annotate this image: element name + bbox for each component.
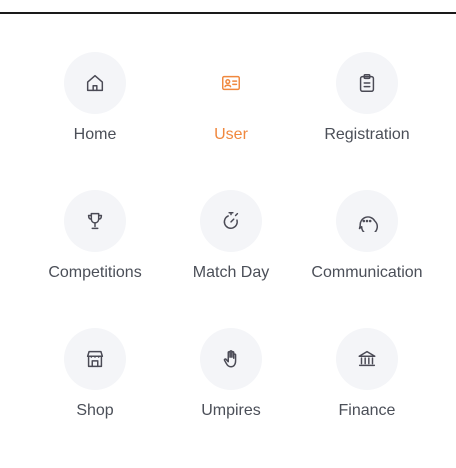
menu-item-label: Shop <box>76 402 114 419</box>
stopwatch-icon-circle <box>200 190 262 252</box>
menu-item-user[interactable]: User <box>161 52 301 162</box>
menu-item-umpires[interactable]: Umpires <box>161 328 301 438</box>
bank-icon <box>358 350 376 367</box>
menu-item-competitions[interactable]: Competitions <box>25 190 165 300</box>
hand-icon-circle <box>200 328 262 390</box>
chat-bubble-icon-circle <box>336 190 398 252</box>
home-icon-circle <box>64 52 126 114</box>
bank-icon-circle <box>336 328 398 390</box>
home-icon <box>86 74 104 92</box>
menu-item-label: Match Day <box>192 264 270 281</box>
menu-item-registration[interactable]: Registration <box>297 52 437 162</box>
user-card-icon <box>222 75 240 91</box>
store-icon-circle <box>64 328 126 390</box>
trophy-icon <box>87 212 103 230</box>
menu-item-label: User <box>214 126 248 143</box>
menu-item-home[interactable]: Home <box>25 52 165 162</box>
menu-item-label: Communication <box>311 264 423 281</box>
clipboard-icon-circle <box>336 52 398 114</box>
menu-item-label: Home <box>73 126 117 143</box>
menu-item-label: Finance <box>338 402 396 419</box>
menu-item-label: Umpires <box>201 402 261 419</box>
user-card-icon-circle <box>200 52 262 114</box>
trophy-icon-circle <box>64 190 126 252</box>
menu-grid: Home User Registration Competitions Matc… <box>0 0 456 468</box>
menu-item-finance[interactable]: Finance <box>297 328 437 438</box>
menu-item-label: Registration <box>324 126 410 143</box>
hand-icon <box>223 350 237 368</box>
menu-item-communication[interactable]: Communication <box>297 190 437 300</box>
chat-bubble-icon <box>358 216 378 232</box>
store-icon <box>86 350 104 368</box>
menu-item-shop[interactable]: Shop <box>25 328 165 438</box>
stopwatch-icon <box>223 212 239 229</box>
clipboard-icon <box>359 74 375 92</box>
menu-item-label: Competitions <box>48 264 142 281</box>
menu-item-match-day[interactable]: Match Day <box>161 190 301 300</box>
